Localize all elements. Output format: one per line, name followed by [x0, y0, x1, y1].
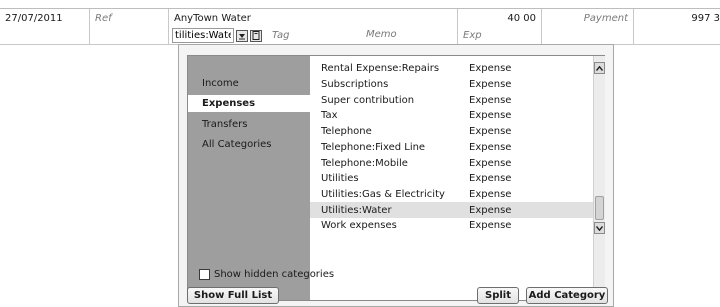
- empty-cell: [634, 27, 720, 44]
- split-detail-icon[interactable]: [250, 29, 262, 42]
- category-name: Super contribution: [321, 94, 415, 106]
- list-item[interactable]: Work expenses Expense: [310, 218, 593, 234]
- category-type: Expense: [469, 141, 512, 153]
- category-name: Utilities:Water: [321, 204, 392, 216]
- category-type: Expense: [469, 126, 512, 138]
- register-row-2[interactable]: Tag Exp Memo: [0, 27, 720, 45]
- list-item[interactable]: Utilities Expense: [310, 171, 593, 187]
- sidebar-item-transfers[interactable]: Transfers: [188, 116, 310, 133]
- date-cell[interactable]: 27/07/2011: [0, 9, 90, 28]
- scroll-up-icon[interactable]: [594, 62, 605, 74]
- category-type: Expense: [469, 63, 512, 75]
- category-group-sidebar: Income Expenses Transfers All Categories: [188, 56, 310, 300]
- show-hidden-checkbox[interactable]: [199, 269, 210, 280]
- show-hidden-label[interactable]: Show hidden categories: [214, 269, 334, 280]
- ref-cell[interactable]: Ref: [90, 9, 169, 28]
- category-name: Telephone: [321, 126, 372, 138]
- list-item[interactable]: Tax Expense: [310, 108, 593, 124]
- sidebar-item-income[interactable]: Income: [188, 75, 310, 92]
- amount-cell[interactable]: 40 00: [458, 9, 542, 28]
- category-list: Rental Expense:Repairs Expense Subscript…: [310, 56, 593, 300]
- category-name: Subscriptions: [321, 79, 389, 91]
- category-name: Telephone:Fixed Line: [321, 141, 426, 153]
- category-picker-popup: Income Expenses Transfers All Categories…: [178, 44, 614, 307]
- category-name: Utilities: [321, 173, 359, 185]
- category-name: Rental Expense:Repairs: [321, 63, 440, 75]
- list-item[interactable]: Telephone:Mobile Expense: [310, 155, 593, 171]
- category-type: Expense: [469, 173, 512, 185]
- down-arrow-icon[interactable]: [236, 29, 248, 42]
- category-editor[interactable]: [172, 27, 262, 44]
- category-input[interactable]: [172, 28, 234, 43]
- empty-cell: [542, 27, 634, 44]
- list-item[interactable]: Super contribution Expense: [310, 92, 593, 108]
- list-item[interactable]: Telephone:Fixed Line Expense: [310, 140, 593, 156]
- category-panel: Income Expenses Transfers All Categories…: [187, 55, 605, 301]
- list-item[interactable]: Utilities:Gas & Electricity Expense: [310, 187, 593, 203]
- sidebar-item-expenses[interactable]: Expenses: [188, 95, 310, 112]
- type-cell[interactable]: Payment: [542, 9, 634, 28]
- show-hidden-checkbox-row[interactable]: Show hidden categories: [199, 269, 334, 280]
- payee-cell[interactable]: AnyTown Water: [169, 9, 458, 28]
- split-button[interactable]: Split: [477, 287, 519, 304]
- add-category-button[interactable]: Add Category: [526, 287, 608, 304]
- exp-field[interactable]: Exp: [458, 27, 542, 44]
- list-item[interactable]: Subscriptions Expense: [310, 77, 593, 93]
- category-type: Expense: [469, 79, 512, 91]
- category-type: Expense: [469, 157, 512, 169]
- balance-cell: 997 3: [691, 13, 720, 24]
- category-name: Work expenses: [321, 220, 397, 232]
- list-item-selected[interactable]: Utilities:Water Expense: [310, 202, 593, 218]
- scrollbar-thumb[interactable]: [595, 196, 604, 220]
- register-row-1[interactable]: 27/07/2011 Ref AnyTown Water 40 00 Payme…: [0, 8, 720, 29]
- list-item[interactable]: Telephone Expense: [310, 124, 593, 140]
- show-full-list-button[interactable]: Show Full List: [187, 287, 279, 304]
- category-type: Expense: [469, 188, 512, 200]
- category-type: Expense: [469, 204, 512, 216]
- category-name: Telephone:Mobile: [321, 157, 408, 169]
- category-list-scrollbar[interactable]: [593, 56, 605, 300]
- category-name: Utilities:Gas & Electricity: [321, 188, 445, 200]
- category-name: Tax: [321, 110, 338, 122]
- sidebar-item-all-categories[interactable]: All Categories: [188, 136, 310, 153]
- list-item[interactable]: Rental Expense:Repairs Expense: [310, 61, 593, 77]
- empty-cell: [0, 27, 90, 44]
- category-type: Expense: [469, 110, 512, 122]
- empty-cell: [90, 27, 169, 44]
- memo-field[interactable]: Memo: [366, 29, 397, 40]
- category-type: Expense: [469, 94, 512, 106]
- scroll-down-icon[interactable]: [594, 222, 605, 234]
- category-type: Expense: [469, 220, 512, 232]
